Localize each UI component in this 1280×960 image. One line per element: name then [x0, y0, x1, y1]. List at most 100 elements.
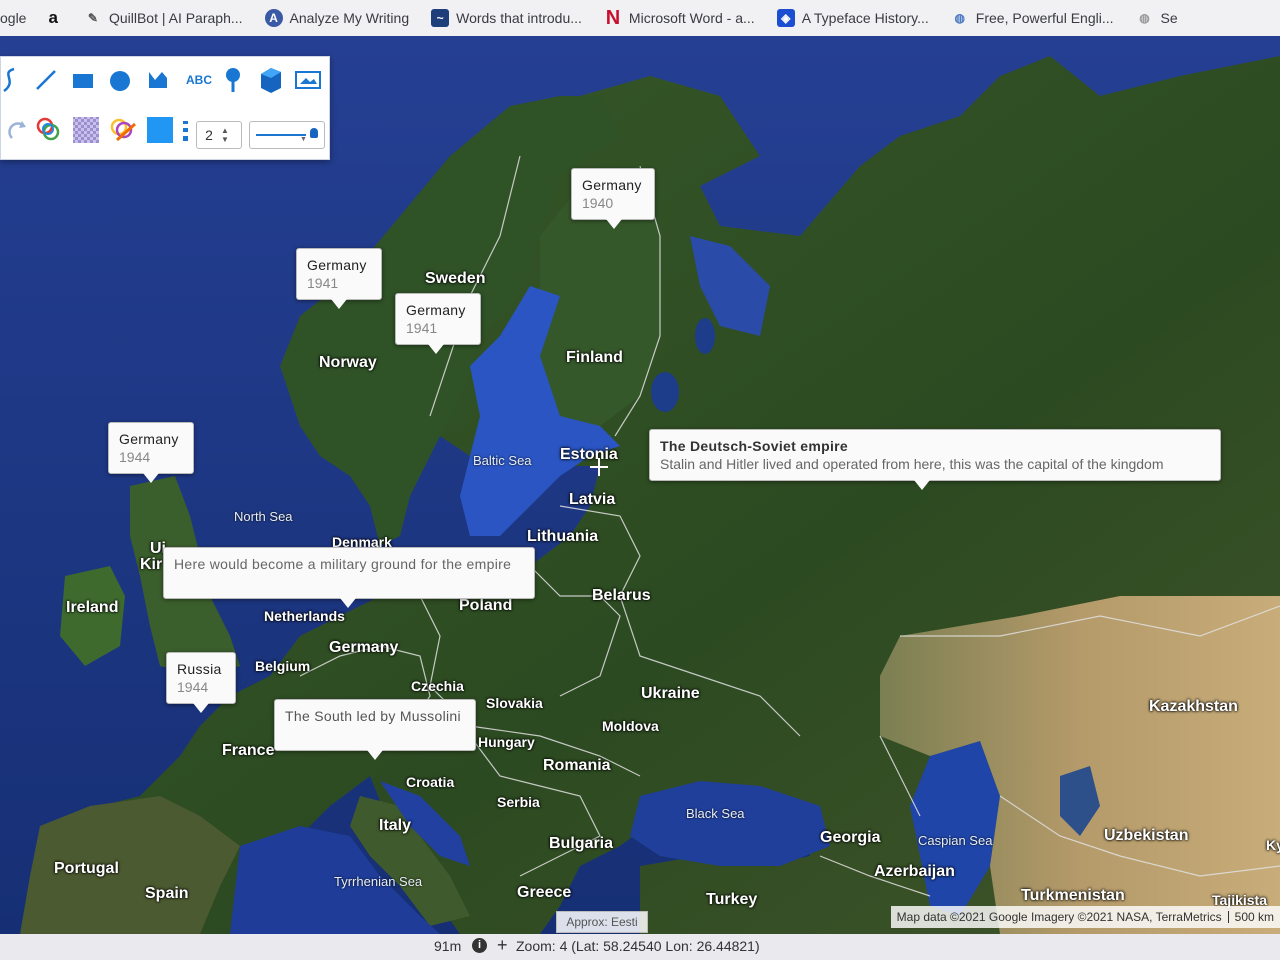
line-tool-icon[interactable] [31, 65, 61, 95]
crosshair-icon [590, 458, 608, 476]
callout-pointer [340, 598, 356, 608]
fill-color-square [147, 117, 173, 143]
line-width-value: 2 [205, 127, 213, 143]
bookmark-words[interactable]: ~ Words that introdu... [431, 9, 582, 27]
bookmark-label: QuillBot | AI Paraph... [108, 10, 243, 26]
callout-military-ground[interactable]: Here would become a military ground for … [163, 547, 535, 608]
fill-pattern-icon[interactable] [71, 115, 101, 145]
callout-subtitle: 1941 [406, 320, 438, 336]
callout-germany-1940[interactable]: Germany 1940 [571, 168, 655, 229]
stepper-arrows-icon[interactable]: ▲ ▼ [221, 126, 229, 144]
bookmark-label: A Typeface History... [801, 10, 929, 26]
label-hungary: Hungary [478, 734, 535, 750]
scale-divider [1227, 911, 1229, 923]
label-turkmenistan: Turkmenistan [1021, 887, 1125, 904]
zoom-coordinates: Zoom: 4 (Lat: 58.24540 Lon: 26.44821) [516, 938, 760, 954]
callout-deutsch-soviet-empire[interactable]: The Deutsch-Soviet empire Stalin and Hit… [649, 429, 1221, 490]
bookmark-amazon[interactable]: a [48, 8, 57, 28]
callout-title: The South led by Mussolini [285, 708, 461, 724]
circle-tool-icon[interactable] [105, 65, 135, 95]
approx-location: Approx: Eesti [556, 911, 648, 933]
label-norway: Norway [319, 354, 377, 371]
label-czechia: Czechia [411, 678, 464, 694]
label-caspian-sea: Caspian Sea [918, 833, 993, 848]
3d-shape-tool-icon[interactable] [255, 65, 285, 95]
netflix-icon: N [605, 6, 621, 29]
map-attribution: Map data ©2021 Google Imagery ©2021 NASA… [890, 906, 1280, 928]
callout-subtitle: 1941 [307, 275, 339, 291]
bookmark-msword[interactable]: N Microsoft Word - a... [604, 6, 755, 29]
label-greece: Greece [517, 884, 572, 901]
label-france: France [222, 742, 275, 759]
label-uzbekistan: Uzbekistan [1104, 827, 1189, 844]
label-kingdom: Kir [140, 556, 163, 573]
bookmark-google[interactable]: ogle [0, 10, 26, 26]
label-black-sea: Black Sea [686, 806, 745, 821]
text-tool-icon[interactable]: ABC [182, 65, 216, 95]
label-serbia: Serbia [497, 794, 540, 810]
words-icon: ~ [431, 9, 450, 27]
freehand-tool-icon[interactable] [0, 65, 27, 95]
slider-knob-icon [310, 128, 318, 138]
amazon-icon: a [48, 8, 58, 27]
bookmark-typeface[interactable]: ◈ A Typeface History... [776, 9, 929, 27]
typeface-icon: ◈ [776, 9, 795, 27]
globe-icon: ◍ [954, 11, 966, 25]
lake-onega [695, 318, 715, 354]
callout-title: The Deutsch-Soviet empire [660, 438, 848, 454]
bookmark-label: Free, Powerful Engli... [975, 10, 1114, 26]
bookmark-label: Microsoft Word - a... [628, 10, 755, 26]
callout-germany-1941-sweden[interactable]: Germany 1941 [395, 293, 481, 354]
stroke-color-icon[interactable] [34, 115, 64, 145]
label-italy: Italy [379, 817, 412, 834]
rectangle-tool-icon[interactable] [68, 65, 98, 95]
callout-pointer [143, 473, 159, 483]
line-style-dropdown[interactable]: ▼ [249, 121, 325, 149]
bookmark-label: Analyze My Writing [289, 10, 410, 26]
fill-color-swatch[interactable] [145, 115, 175, 145]
analyze-icon: A [264, 9, 283, 27]
redo-icon[interactable] [3, 115, 33, 145]
label-slovakia: Slovakia [486, 695, 543, 711]
line-style-preview [256, 134, 306, 136]
elevation-readout: 91m [434, 938, 462, 954]
callout-subtitle: 1944 [119, 449, 151, 465]
callout-title: Germany [307, 257, 367, 273]
color-picker-icon[interactable] [108, 115, 138, 145]
bookmarks-bar: ogle a ✎ QuillBot | AI Paraph... A Analy… [0, 0, 1280, 37]
placemark-tool-icon[interactable] [218, 65, 248, 95]
bookmark-label: ogle [0, 10, 27, 26]
label-spain: Spain [145, 885, 189, 902]
callout-germany-1941-norway[interactable]: Germany 1941 [296, 248, 382, 309]
image-overlay-tool-icon[interactable] [293, 65, 323, 95]
bookmark-quillbot[interactable]: ✎ QuillBot | AI Paraph... [84, 9, 243, 27]
label-bulgaria: Bulgaria [549, 835, 614, 852]
label-estonia: Estonia [560, 446, 618, 463]
callout-subtitle: 1944 [177, 679, 209, 695]
bookmark-se[interactable]: ◍ Se [1136, 9, 1178, 27]
label-kyrgyzstan: Ky [1266, 837, 1280, 853]
toolbar-row-styles: 2 ▲ ▼ ▼ [1, 113, 329, 157]
label-georgia: Georgia [820, 829, 881, 846]
label-romania: Romania [543, 757, 611, 774]
label-baltic-sea: Baltic Sea [473, 453, 532, 468]
drawing-toolbar: ABC 2 ▲ ▼ ▼ [0, 56, 330, 160]
label-croatia: Croatia [406, 774, 455, 790]
callout-germany-1944[interactable]: Germany 1944 [108, 422, 194, 483]
polygon-tool-icon[interactable] [143, 65, 173, 95]
callout-south-mussolini[interactable]: The South led by Mussolini [274, 699, 476, 760]
callout-russia-1944[interactable]: Russia 1944 [166, 652, 236, 713]
bookmark-analyze[interactable]: A Analyze My Writing [264, 9, 410, 27]
line-width-icon [177, 115, 195, 145]
status-bar: 91m i + Zoom: 4 (Lat: 58.24540 Lon: 26.4… [0, 934, 1280, 960]
label-sweden: Sweden [425, 270, 486, 287]
zoom-plus-icon[interactable]: + [497, 935, 508, 956]
callout-pointer [331, 299, 347, 309]
bookmark-free-english[interactable]: ◍ Free, Powerful Engli... [951, 9, 1114, 27]
line-width-stepper[interactable]: 2 ▲ ▼ [196, 121, 242, 149]
label-tyrrhenian-sea: Tyrrhenian Sea [334, 874, 423, 889]
bookmark-label: Se [1160, 10, 1178, 26]
label-belgium: Belgium [255, 658, 311, 674]
info-icon[interactable]: i [472, 938, 487, 953]
callout-pointer [367, 750, 383, 760]
